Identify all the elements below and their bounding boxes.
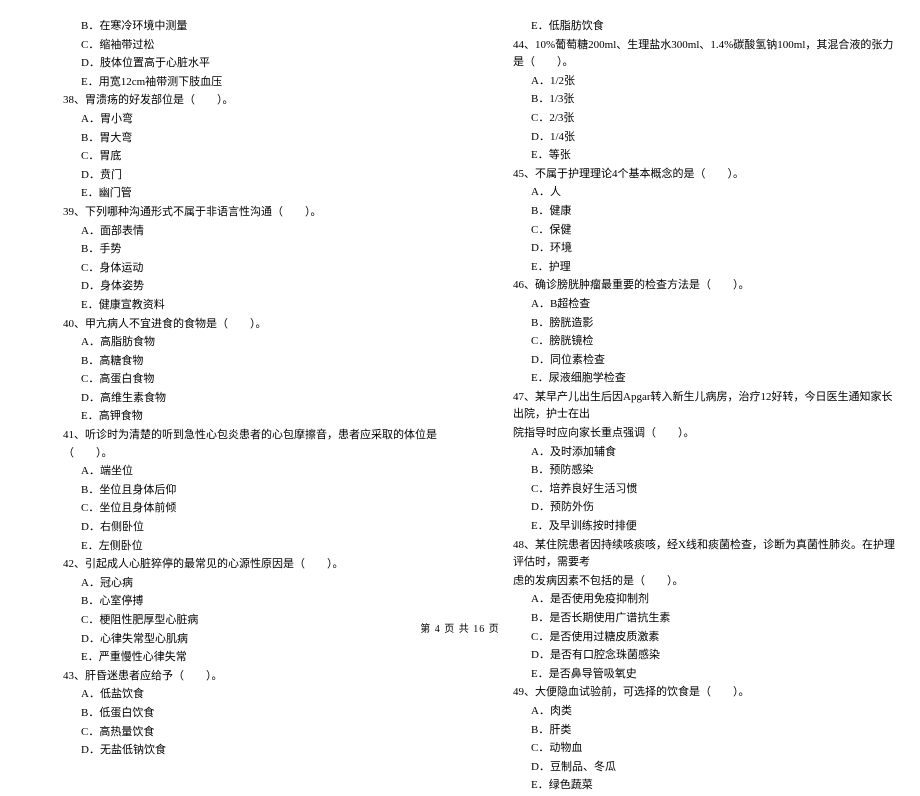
question-stem: 43、肝昏迷患者应给予（ ）。	[63, 668, 445, 686]
page-footer: 第 4 页 共 16 页	[0, 622, 920, 638]
option: D．无盐低钠饮食	[81, 742, 445, 760]
option: E．健康宣教资料	[81, 297, 445, 315]
option: D．贲门	[81, 167, 445, 185]
question-stem: 48、某住院患者因持续咳痰咳，经X线和痰菌检查，诊断为真菌性肺炎。在护理评估时，…	[513, 537, 895, 572]
option: A．B超检查	[531, 296, 895, 314]
option: E．是否鼻导管吸氧史	[531, 666, 895, 684]
option: C．膀胱镜检	[531, 333, 895, 351]
option: D．右侧卧位	[81, 519, 445, 537]
option: A．及时添加辅食	[531, 444, 895, 462]
option: C．高蛋白食物	[81, 371, 445, 389]
option: C．坐位且身体前倾	[81, 500, 445, 518]
option: B．坐位且身体后仰	[81, 482, 445, 500]
option: E．严重慢性心律失常	[81, 649, 445, 667]
question-stem: 41、听诊时为清楚的听到急性心包炎患者的心包摩擦音，患者应采取的体位是（ ）。	[63, 427, 445, 462]
option: E．左侧卧位	[81, 538, 445, 556]
option: C．胃底	[81, 148, 445, 166]
option: A．1/2张	[531, 73, 895, 91]
option: B．手势	[81, 241, 445, 259]
question-stem: 42、引起成人心脏猝停的最常见的心源性原因是（ ）。	[63, 556, 445, 574]
option: C．保健	[531, 222, 895, 240]
question-stem: 45、不属于护理理论4个基本概念的是（ ）。	[513, 166, 895, 184]
option: A．肉类	[531, 703, 895, 721]
option: B．健康	[531, 203, 895, 221]
option: D．身体姿势	[81, 278, 445, 296]
right-column: E．低脂肪饮食 44、10%葡萄糖200ml、生理盐水300ml、1.4%碳酸氢…	[460, 18, 910, 796]
option: A．高脂肪食物	[81, 334, 445, 352]
option: D．肢体位置高于心脏水平	[81, 55, 445, 73]
option: A．冠心病	[81, 575, 445, 593]
question-stem: 40、甲亢病人不宜进食的食物是（ ）。	[63, 316, 445, 334]
option: C．动物血	[531, 740, 895, 758]
question-stem: 38、胃溃疡的好发部位是（ ）。	[63, 92, 445, 110]
question-stem-cont: 虑的发病因素不包括的是（ ）。	[513, 573, 895, 591]
option: B．在寒冷环境中测量	[81, 18, 445, 36]
option: A．人	[531, 184, 895, 202]
question-stem: 47、某早产儿出生后因Apgar转入新生儿病房，治疗12好转，今日医生通知家长出…	[513, 389, 895, 424]
option: C．高热量饮食	[81, 724, 445, 742]
option: A．面部表情	[81, 223, 445, 241]
option: E．用宽12cm袖带测下肢血压	[81, 74, 445, 92]
option: D．同位素检查	[531, 352, 895, 370]
option: E．幽门管	[81, 185, 445, 203]
option: A．端坐位	[81, 463, 445, 481]
option: C．2/3张	[531, 110, 895, 128]
option: A．是否使用免疫抑制剂	[531, 591, 895, 609]
left-column: B．在寒冷环境中测量 C．缩袖带过松 D．肢体位置高于心脏水平 E．用宽12cm…	[10, 18, 460, 796]
option: E．绿色蔬菜	[531, 777, 895, 795]
option: C．缩袖带过松	[81, 37, 445, 55]
option: D．预防外伤	[531, 499, 895, 517]
option: B．1/3张	[531, 91, 895, 109]
option: D．环境	[531, 240, 895, 258]
option: C．培养良好生活习惯	[531, 481, 895, 499]
option: C．身体运动	[81, 260, 445, 278]
question-stem: 46、确诊膀胱肿瘤最重要的检查方法是（ ）。	[513, 277, 895, 295]
option: B．高糖食物	[81, 353, 445, 371]
option: E．及早训练按时排便	[531, 518, 895, 536]
option: A．低盐饮食	[81, 686, 445, 704]
option: A．胃小弯	[81, 111, 445, 129]
option: B．肝类	[531, 722, 895, 740]
option: D．1/4张	[531, 129, 895, 147]
option: B．低蛋白饮食	[81, 705, 445, 723]
question-stem: 39、下列哪种沟通形式不属于非语言性沟通（ ）。	[63, 204, 445, 222]
option: E．尿液细胞学检查	[531, 370, 895, 388]
option: B．胃大弯	[81, 130, 445, 148]
question-stem: 44、10%葡萄糖200ml、生理盐水300ml、1.4%碳酸氢钠100ml，其…	[513, 37, 895, 72]
option: E．高钾食物	[81, 408, 445, 426]
option: B．预防感染	[531, 462, 895, 480]
option: D．高维生素食物	[81, 390, 445, 408]
option: E．低脂肪饮食	[531, 18, 895, 36]
option: B．心室停搏	[81, 593, 445, 611]
option: D．豆制品、冬瓜	[531, 759, 895, 777]
page-content: B．在寒冷环境中测量 C．缩袖带过松 D．肢体位置高于心脏水平 E．用宽12cm…	[10, 18, 910, 796]
option: E．护理	[531, 259, 895, 277]
question-stem-cont: 院指导时应向家长重点强调（ ）。	[513, 425, 895, 443]
option: E．等张	[531, 147, 895, 165]
option: B．膀胱造影	[531, 315, 895, 333]
question-stem: 49、大便隐血试验前，可选择的饮食是（ ）。	[513, 684, 895, 702]
